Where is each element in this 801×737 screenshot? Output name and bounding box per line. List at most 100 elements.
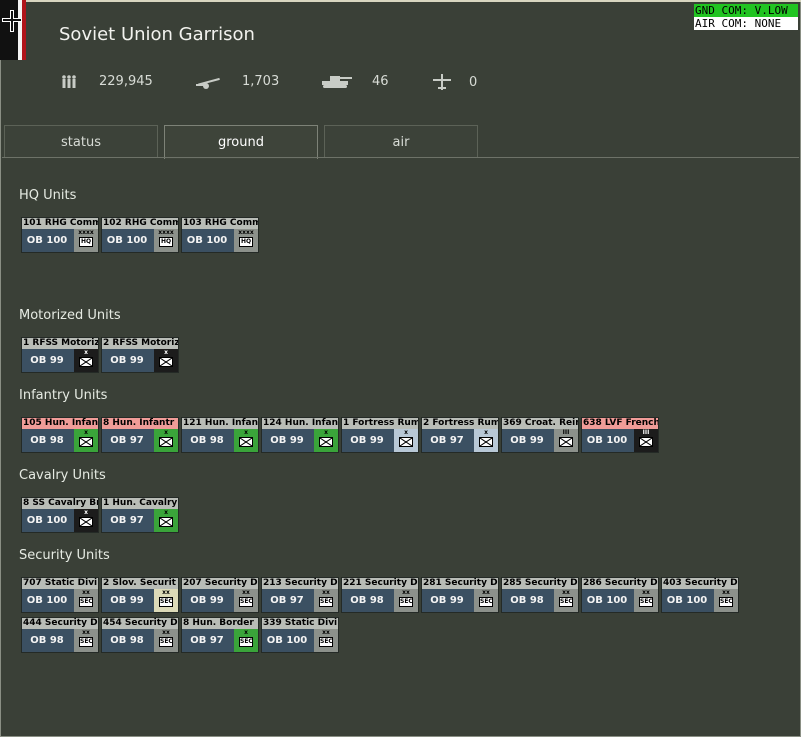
- unit-counter[interactable]: 105 Hun. Infan OB 98 x: [21, 417, 99, 453]
- unit-counter[interactable]: 403 Security Di OB 100 xx SEC: [661, 577, 739, 613]
- unit-infantry-symbol-icon: x: [314, 429, 338, 452]
- infantry-cross-icon: [399, 437, 413, 447]
- nato-symbol-box: [79, 357, 93, 367]
- unit-counter[interactable]: 8 Hun. Border OB 97 x SEC: [181, 617, 259, 653]
- unit-hq-symbol-icon: xxxx HQ: [154, 229, 178, 252]
- unit-counter[interactable]: 102 RHG Comm OB 100 xxxx HQ: [101, 217, 179, 253]
- unit-size-level: xx: [322, 629, 330, 636]
- unit-size-level: xx: [162, 589, 170, 596]
- unit-ob-rating: OB 97: [190, 635, 224, 646]
- nato-symbol-box: SEC: [319, 597, 333, 607]
- men-icon: [62, 74, 76, 88]
- unit-name: 1 RFSS Motoriz: [22, 338, 98, 349]
- unit-name: 403 Security Di: [662, 578, 738, 589]
- page-title: Soviet Union Garrison: [59, 24, 255, 45]
- unit-ob-rating: OB 99: [30, 355, 64, 366]
- unit-size-level: x: [404, 429, 408, 436]
- unit-ob-rating: OB 98: [190, 435, 224, 446]
- unit-size-level: x: [244, 629, 248, 636]
- unit-sec-symbol-icon: xx SEC: [74, 629, 98, 652]
- unit-name: 101 RHG Comm: [22, 218, 98, 229]
- unit-name: 103 RHG Comm: [182, 218, 258, 229]
- unit-sec-symbol-icon: x SEC: [234, 629, 258, 652]
- infantry-cross-icon: [79, 437, 93, 447]
- unit-infantry-symbol-icon: x: [234, 429, 258, 452]
- nato-symbol-box: HQ: [79, 237, 93, 247]
- unit-counter[interactable]: 286 Security Di OB 100 xx SEC: [581, 577, 659, 613]
- unit-ob-rating: OB 100: [186, 235, 228, 246]
- infantry-cross-icon: [479, 437, 493, 447]
- tab-air[interactable]: air: [324, 125, 478, 157]
- unit-ob-rating: OB 100: [26, 515, 68, 526]
- unit-size-level: x: [84, 349, 88, 356]
- unit-size-level: xx: [722, 589, 730, 596]
- unit-sec-symbol-icon: xx SEC: [314, 589, 338, 612]
- unit-counter[interactable]: 213 Security Di OB 97 xx SEC: [261, 577, 339, 613]
- nato-symbol-box: [159, 517, 173, 527]
- infantry-cross-icon: [79, 517, 93, 527]
- unit-counter[interactable]: 2 Fortress Rum OB 97 x: [421, 417, 499, 453]
- unit-size-level: x: [244, 429, 248, 436]
- nato-symbol-box: [479, 437, 493, 447]
- unit-ob-rating: OB 97: [110, 515, 144, 526]
- unit-infantry-symbol-icon: x: [74, 349, 98, 372]
- infantry-cross-icon: [639, 437, 653, 447]
- unit-name: 2 RFSS Motoriz: [102, 338, 178, 349]
- unit-size-level: x: [484, 429, 488, 436]
- nato-symbol-box: [159, 437, 173, 447]
- nato-symbol-box: [559, 437, 573, 447]
- unit-size-level: xx: [322, 589, 330, 596]
- unit-counter[interactable]: 2 RFSS Motoriz OB 99 x: [101, 337, 179, 373]
- unit-counter[interactable]: 221 Security Di OB 98 xx SEC: [341, 577, 419, 613]
- unit-size-level: x: [164, 349, 168, 356]
- unit-counter[interactable]: 1 RFSS Motoriz OB 99 x: [21, 337, 99, 373]
- tab-ground[interactable]: ground: [164, 125, 318, 159]
- unit-counter[interactable]: 707 Static Divi OB 100 xx SEC: [21, 577, 99, 613]
- unit-ob-rating: OB 99: [350, 435, 384, 446]
- unit-sec-symbol-icon: xx SEC: [314, 629, 338, 652]
- unit-counter[interactable]: 121 Hun. Infan OB 98 x: [181, 417, 259, 453]
- unit-ob-rating: OB 100: [586, 595, 628, 606]
- unit-counter[interactable]: 285 Security Di OB 98 xx SEC: [501, 577, 579, 613]
- unit-counter[interactable]: 101 RHG Comm OB 100 xxxx HQ: [21, 217, 99, 253]
- tab-status[interactable]: status: [4, 125, 158, 157]
- aircraft-count: 0: [469, 74, 478, 90]
- nato-symbol-box: HQ: [239, 237, 253, 247]
- unit-counter[interactable]: 2 Slov. Securit OB 99 xx SEC: [101, 577, 179, 613]
- unit-ob-rating: OB 97: [430, 435, 464, 446]
- unit-counter[interactable]: 124 Hun. Infan OB 99 x: [261, 417, 339, 453]
- unit-ob-rating: OB 99: [110, 355, 144, 366]
- unit-counter[interactable]: 454 Security Di OB 98 xx SEC: [101, 617, 179, 653]
- unit-ob-rating: OB 99: [190, 595, 224, 606]
- unit-size-level: xxxx: [158, 229, 174, 236]
- nato-symbol-box: SEC: [79, 637, 93, 647]
- nato-symbol-box: [639, 437, 653, 447]
- unit-sec-symbol-icon: xx SEC: [154, 629, 178, 652]
- unit-sec-symbol-icon: xx SEC: [554, 589, 578, 612]
- unit-counter[interactable]: 444 Security Di OB 98 xx SEC: [21, 617, 99, 653]
- units-security: 707 Static Divi OB 100 xx SEC 2 Slov. Securi…: [21, 577, 741, 657]
- unit-hq-symbol-icon: xxxx HQ: [74, 229, 98, 252]
- unit-counter[interactable]: 638 LVF French OB 100 III: [581, 417, 659, 453]
- unit-counter[interactable]: 1 Fortress Rum OB 99 x: [341, 417, 419, 453]
- unit-counter[interactable]: 281 Security Di OB 99 xx SEC: [421, 577, 499, 613]
- nato-symbol-box: SEC: [319, 637, 333, 647]
- unit-infantry-symbol-icon: x: [74, 509, 98, 532]
- unit-counter[interactable]: 339 Static Divi OB 100 xx SEC: [261, 617, 339, 653]
- unit-counter[interactable]: 1 Hun. Cavalry OB 97 x: [101, 497, 179, 533]
- command-status: GND COM: V.LOW AIR COM: NONE: [694, 4, 798, 30]
- nato-symbol-box: [79, 517, 93, 527]
- units-motorized: 1 RFSS Motoriz OB 99 x 2 RFSS Motoriz OB 99 x: [21, 337, 741, 377]
- unit-counter[interactable]: 8 SS Cavalry Br OB 100 x: [21, 497, 99, 533]
- unit-size-level: xx: [562, 589, 570, 596]
- unit-counter[interactable]: 207 Security Di OB 99 xx SEC: [181, 577, 259, 613]
- nato-symbol-box: SEC: [719, 597, 733, 607]
- unit-counter[interactable]: 103 RHG Comm OB 100 xxxx HQ: [181, 217, 259, 253]
- unit-name: 281 Security Di: [422, 578, 498, 589]
- unit-size-level: x: [84, 509, 88, 516]
- unit-name: 8 SS Cavalry Br: [22, 498, 98, 509]
- unit-counter[interactable]: 8 Hun. Infantr OB 97 x: [101, 417, 179, 453]
- unit-size-level: x: [164, 429, 168, 436]
- guns-stat: 1,703: [196, 74, 279, 89]
- unit-counter[interactable]: 369 Croat. Rein OB 99 III: [501, 417, 579, 453]
